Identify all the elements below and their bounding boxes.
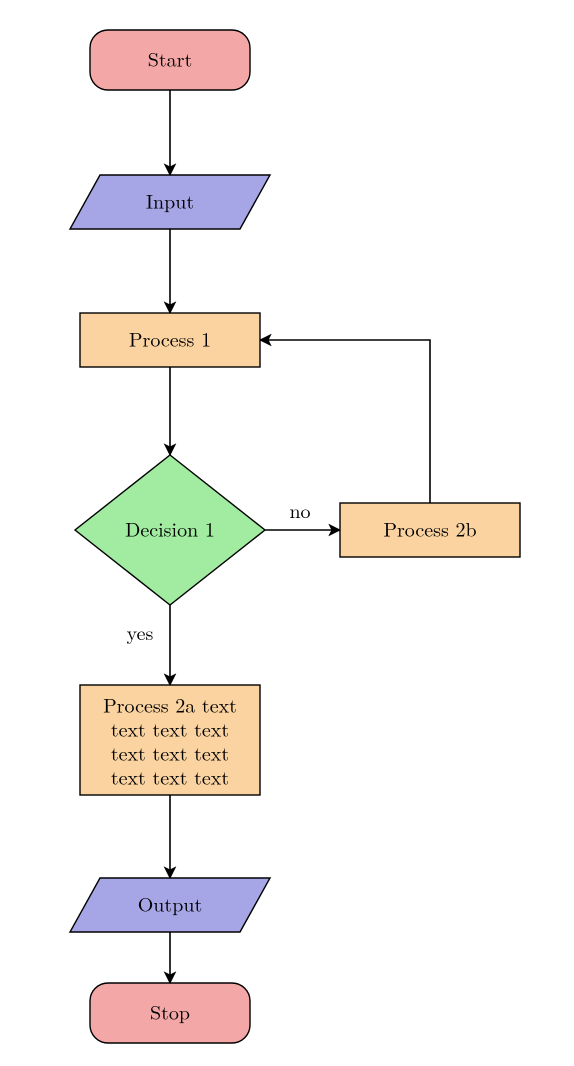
node-input-label: Input xyxy=(146,185,194,214)
node-start-label: Start xyxy=(148,43,193,72)
node-proc1-label: Process 1 xyxy=(129,323,211,352)
node-proc2b: Process 2b xyxy=(340,503,520,557)
node-stop-label: Stop xyxy=(150,996,190,1025)
edge-proc2b-proc1 xyxy=(260,340,430,503)
node-proc2a: Process 2a text text text text text text… xyxy=(80,685,260,795)
flowchart-diagram: yes no Start Input Process 1 Decision 1 … xyxy=(0,0,574,1066)
node-proc2a-line4: text text text xyxy=(111,761,229,790)
node-dec1: Decision 1 xyxy=(75,455,265,605)
node-proc1: Process 1 xyxy=(80,313,260,367)
node-proc2b-label: Process 2b xyxy=(383,513,476,542)
edge-label-no: no xyxy=(289,495,310,524)
edge-label-yes: yes xyxy=(127,617,154,646)
node-output: Output xyxy=(70,878,270,932)
node-output-label: Output xyxy=(138,888,202,917)
node-dec1-label: Decision 1 xyxy=(125,513,215,542)
node-start: Start xyxy=(90,30,250,90)
node-input: Input xyxy=(70,175,270,229)
node-stop: Stop xyxy=(90,983,250,1043)
